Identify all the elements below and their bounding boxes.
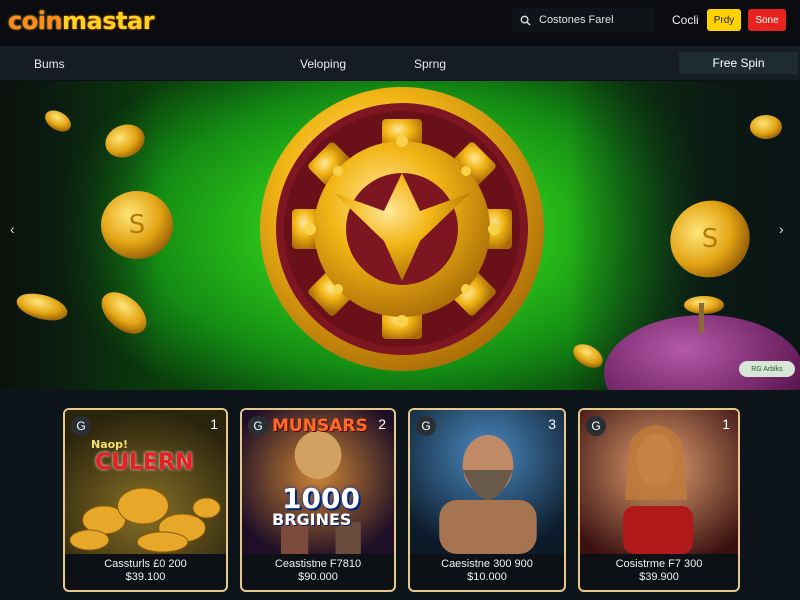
top-bar: coinmastar Cocli Prdy Sone — [0, 0, 800, 46]
nav-item-veloping[interactable]: Veloping — [300, 57, 346, 71]
search-icon — [520, 15, 531, 26]
card-line2: $10.000 — [467, 571, 507, 583]
card-line1: Cosistrme F7 300 — [615, 558, 703, 570]
hero-banner: S S ‹ › RG Arblks — [0, 81, 800, 390]
card-art-title: CULERN — [95, 450, 194, 475]
carousel-next-arrow[interactable]: › — [779, 221, 784, 237]
coin-icon-1: S — [101, 191, 173, 259]
card-line2: $90.000 — [298, 571, 338, 583]
card-line1: Cassturls £0 200 — [104, 558, 187, 570]
carousel-prev-arrow[interactable]: ‹ — [10, 221, 15, 237]
game-card[interactable]: G 1 Cosistrme F7 300 $39.900 — [578, 408, 740, 592]
card-badge: G — [248, 416, 268, 436]
card-line2: $39.900 — [639, 571, 679, 583]
card-rank: 3 — [548, 416, 556, 432]
svg-text:S: S — [129, 210, 146, 240]
search-input[interactable] — [539, 14, 649, 26]
card-line2: $39.100 — [125, 571, 166, 583]
card-rank: 1 — [722, 416, 730, 432]
game-card[interactable]: G 2 MUNSARS 1000 BRGINES Ceastistne F781… — [240, 408, 396, 592]
card-rank: 2 — [378, 416, 386, 432]
nav-item-sprng[interactable]: Sprng — [414, 57, 446, 71]
card-badge: G — [586, 416, 606, 436]
card-art-label-top: MUNSARS — [272, 416, 368, 436]
card-badge: G — [71, 416, 91, 436]
search-box[interactable] — [512, 8, 654, 32]
card-art-subtitle: BRGINES — [272, 510, 352, 529]
signup-button[interactable]: Sone — [748, 9, 786, 31]
coin-icon-9 — [573, 344, 603, 368]
coin-icon-3 — [45, 110, 71, 132]
login-link[interactable]: Cocli — [672, 13, 699, 27]
coin-icon-2 — [105, 124, 145, 158]
coin-icon-4 — [16, 293, 68, 321]
coin-icon-6: S — [670, 200, 750, 278]
game-card[interactable]: G 3 Caesistne 300 900 $10.000 — [408, 408, 566, 592]
card-line1: Caesistne 300 900 — [441, 558, 533, 570]
hero-artwork: S S — [16, 87, 800, 390]
card-rank: 1 — [210, 416, 218, 432]
coin-icon-7 — [750, 115, 782, 139]
game-cards-row: G 1 Naop! CULERN Cassturls £0 200 $39.10… — [0, 390, 800, 600]
card-badge: G — [416, 416, 436, 436]
nav-item-bums[interactable]: Bums — [34, 57, 65, 71]
free-spin-button[interactable]: Free Spin — [679, 52, 798, 74]
play-button[interactable]: Prdy — [707, 9, 741, 31]
svg-text:S: S — [702, 224, 719, 254]
game-card[interactable]: G 1 Naop! CULERN Cassturls £0 200 $39.10… — [63, 408, 228, 592]
coinmaster-logo[interactable]: coinmastar — [8, 7, 155, 35]
emblem-icon — [260, 87, 544, 371]
card-line1: Ceastistne F7810 — [274, 558, 362, 570]
hero-badge: RG Arblks — [739, 361, 795, 377]
coin-icon-5 — [101, 292, 147, 334]
